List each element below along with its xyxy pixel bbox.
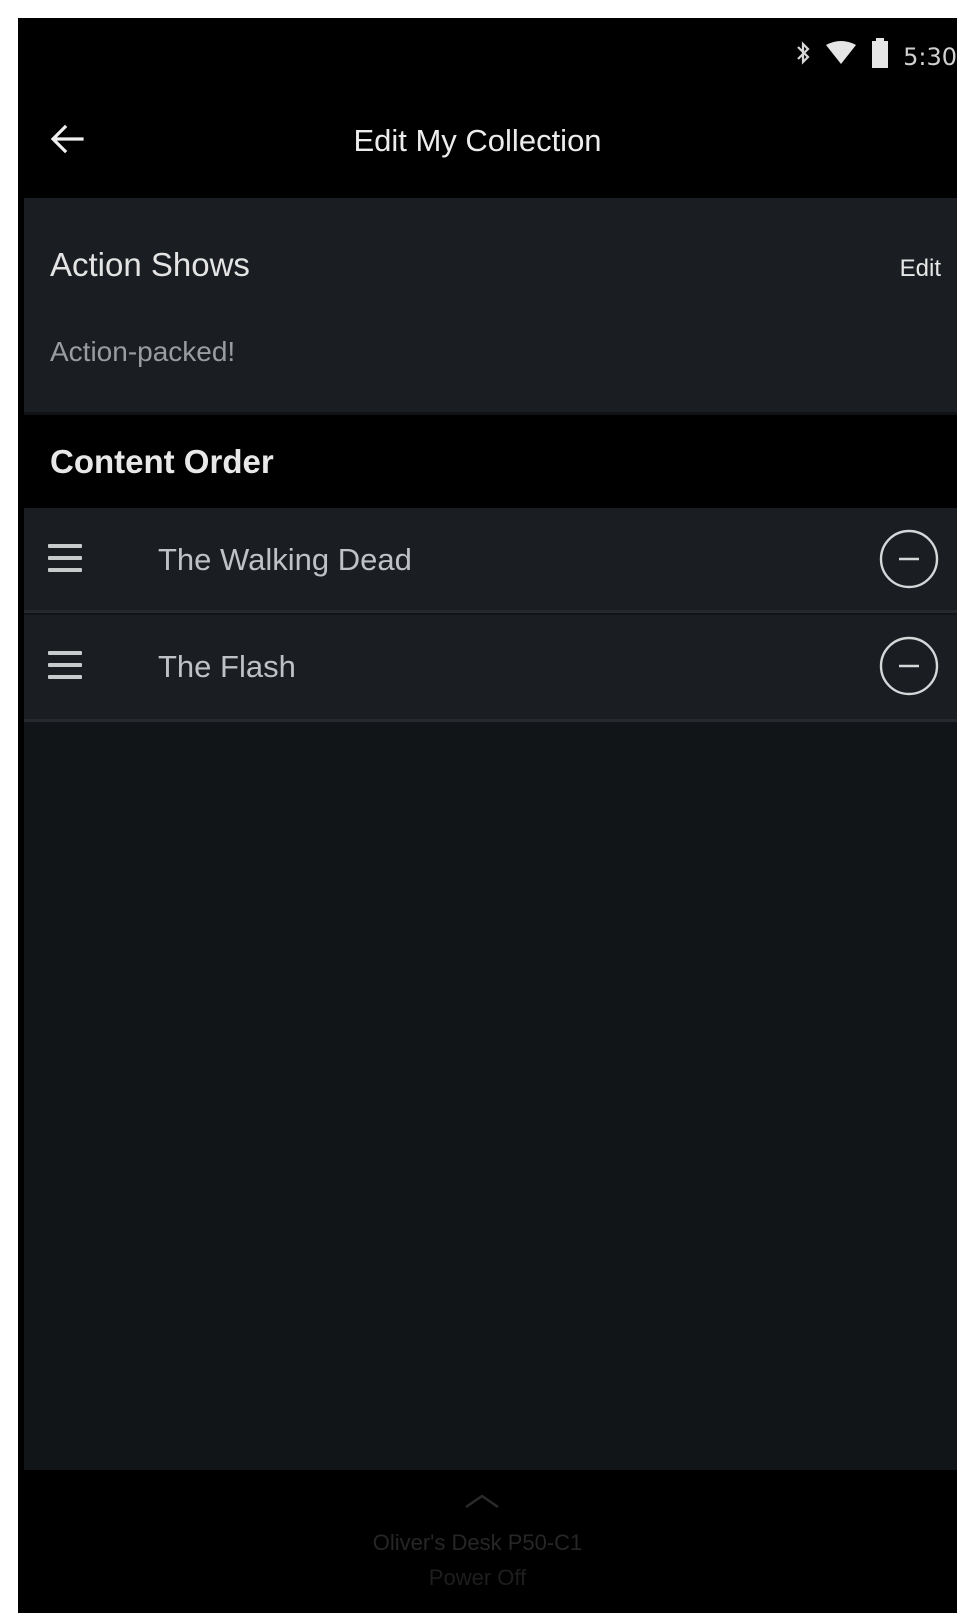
content-order-header: Content Order bbox=[18, 415, 957, 508]
collection-info-card: Action Shows Edit Action-packed! bbox=[24, 198, 957, 415]
list-item: The Flash bbox=[24, 615, 957, 722]
item-title: The Flash bbox=[158, 649, 296, 684]
status-time: 5:30 bbox=[903, 42, 957, 71]
remove-button[interactable] bbox=[879, 636, 939, 696]
wifi-icon bbox=[825, 41, 857, 72]
battery-icon bbox=[871, 38, 889, 75]
device-bar[interactable]: Oliver's Desk P50-C1 Power Off bbox=[18, 1470, 957, 1613]
page-title: Edit My Collection bbox=[353, 123, 602, 158]
phone-screen: 5:30 Edit My Collection Action Shows Edi… bbox=[18, 18, 957, 1613]
drag-handle-icon[interactable] bbox=[48, 651, 84, 679]
status-bar: 5:30 bbox=[18, 18, 957, 88]
chevron-up-icon[interactable] bbox=[462, 1492, 502, 1515]
app-bar: Edit My Collection bbox=[18, 88, 957, 198]
item-title: The Walking Dead bbox=[158, 542, 412, 577]
status-icons: 5:30 bbox=[795, 38, 957, 75]
bluetooth-icon bbox=[795, 40, 811, 73]
drag-handle-icon[interactable] bbox=[48, 544, 84, 572]
device-name: Oliver's Desk P50-C1 bbox=[372, 1530, 583, 1555]
collection-name: Action Shows bbox=[50, 246, 250, 283]
edit-button[interactable]: Edit bbox=[900, 255, 941, 283]
remove-button[interactable] bbox=[879, 529, 939, 589]
section-title: Content Order bbox=[50, 443, 274, 480]
content-list: The Walking Dead The Flash bbox=[24, 508, 957, 1470]
collection-description: Action-packed! bbox=[50, 336, 236, 367]
list-item: The Walking Dead bbox=[24, 508, 957, 613]
minus-circle-icon bbox=[879, 636, 939, 700]
device-status: Power Off bbox=[428, 1565, 527, 1590]
minus-circle-icon bbox=[879, 529, 939, 593]
